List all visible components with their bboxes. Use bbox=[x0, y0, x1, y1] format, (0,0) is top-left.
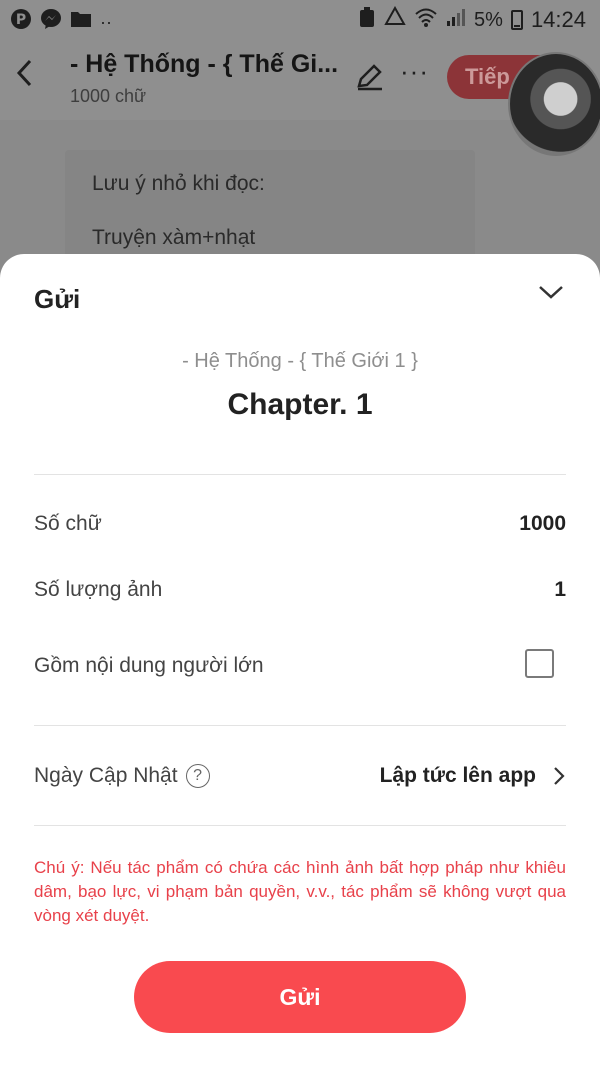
update-date-value: Lập tức lên app bbox=[379, 764, 536, 787]
back-arrow-icon[interactable] bbox=[14, 58, 44, 94]
messenger-icon bbox=[40, 8, 62, 36]
pencil-icon[interactable] bbox=[354, 62, 386, 94]
divider bbox=[34, 725, 566, 726]
image-count-label: Số lượng ảnh bbox=[34, 578, 163, 601]
folder-icon bbox=[70, 9, 92, 35]
status-bar: P ·· 5% 14:24 bbox=[0, 0, 600, 40]
word-count-subtitle: 1000 chữ bbox=[70, 86, 147, 106]
recycle-icon bbox=[358, 6, 376, 34]
wifi-icon bbox=[414, 6, 438, 34]
adult-content-label: Gồm nội dung người lớn bbox=[34, 654, 264, 677]
document-title: - Hệ Thống - { Thế Gi... bbox=[70, 50, 339, 78]
content-note-line1: Lưu ý nhỏ khi đọc: bbox=[92, 172, 265, 195]
submit-button[interactable]: Gửi bbox=[134, 961, 466, 1033]
avatar[interactable] bbox=[508, 52, 600, 156]
recycle-icon-2 bbox=[384, 5, 406, 34]
update-date-label-group: Ngày Cập Nhật? bbox=[34, 764, 210, 788]
divider bbox=[34, 825, 566, 826]
update-date-label: Ngày Cập Nhật bbox=[34, 764, 178, 787]
warning-text: Chú ý: Nếu tác phẩm có chứa các hình ảnh… bbox=[34, 858, 566, 925]
book-name: - Hệ Thống - { Thế Giới 1 } bbox=[182, 350, 418, 372]
sheet-title: Gửi bbox=[34, 284, 81, 314]
clock: 14:24 bbox=[530, 7, 586, 32]
more-icon[interactable]: ··· bbox=[400, 56, 429, 87]
signal-icon bbox=[446, 7, 466, 33]
pinterest-icon: P bbox=[10, 8, 32, 36]
submit-sheet: Gửi - Hệ Thống - { Thế Giới 1 } Chapter.… bbox=[0, 254, 600, 1067]
word-count-label: Số chữ bbox=[34, 512, 102, 535]
chapter-content-card bbox=[65, 150, 475, 270]
word-count-value: 1000 bbox=[519, 512, 566, 535]
svg-text:P: P bbox=[16, 12, 26, 28]
chevron-down-icon[interactable] bbox=[536, 282, 566, 306]
battery-percent: 5% bbox=[474, 8, 503, 31]
divider bbox=[34, 474, 566, 475]
chapter-name: Chapter. 1 bbox=[227, 388, 373, 421]
system-icons: 5% 14:24 bbox=[358, 5, 586, 34]
help-icon[interactable]: ? bbox=[185, 764, 210, 788]
update-date-selector[interactable]: Lập tức lên app bbox=[380, 764, 566, 788]
image-count-value: 1 bbox=[554, 578, 566, 601]
adult-content-checkbox[interactable] bbox=[525, 649, 554, 678]
chevron-right-icon bbox=[554, 767, 565, 785]
content-note-line2: Truyện xàm+nhạt bbox=[92, 226, 256, 249]
notification-icons: P ·· bbox=[10, 8, 112, 36]
battery-icon bbox=[510, 10, 523, 30]
more-notifications-icon: ·· bbox=[100, 11, 112, 32]
